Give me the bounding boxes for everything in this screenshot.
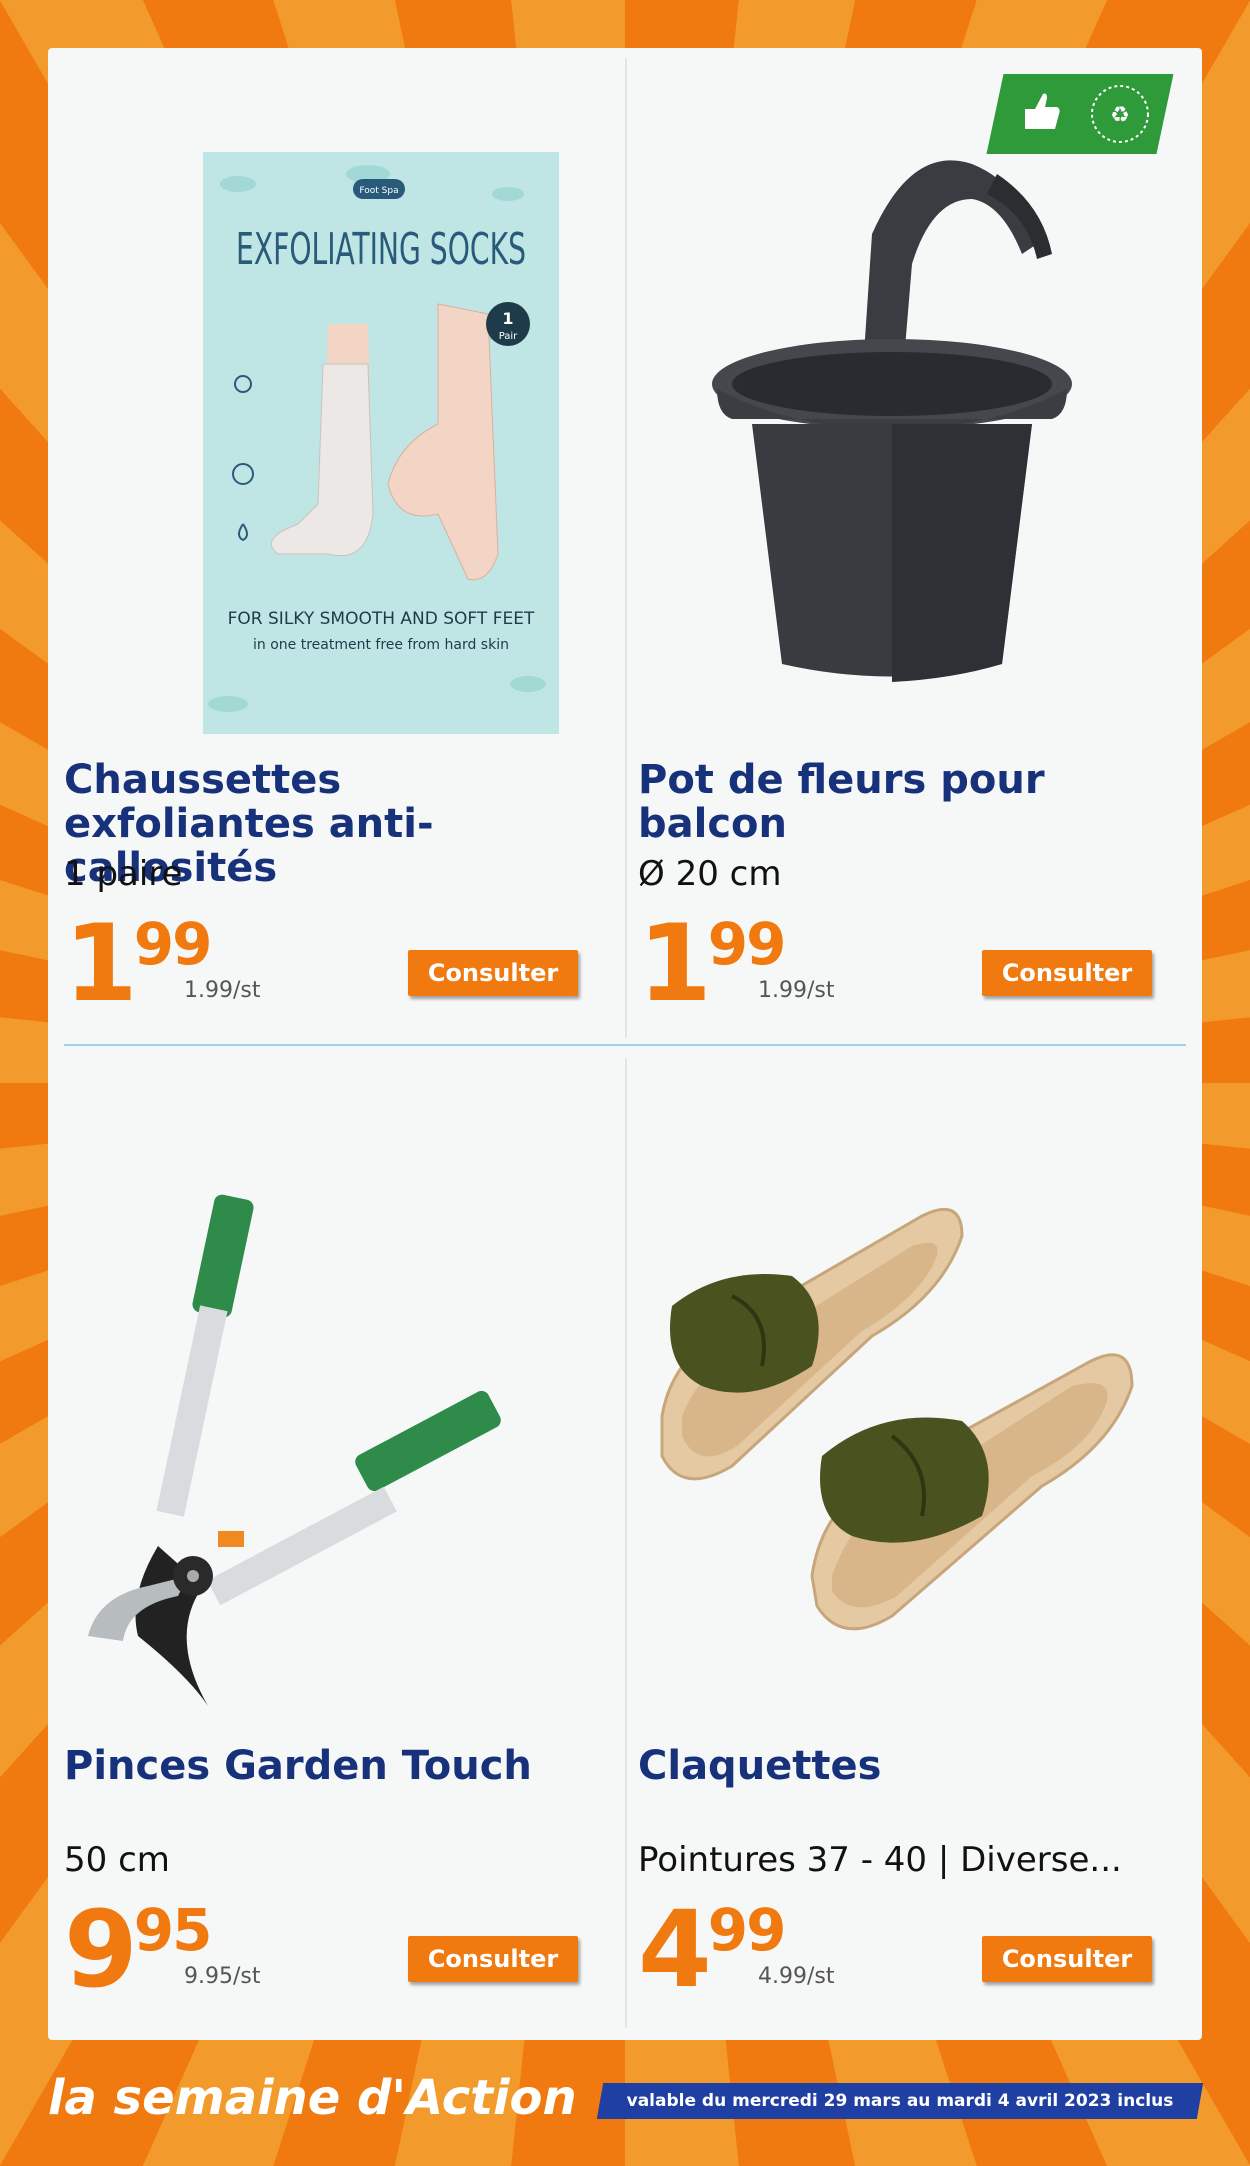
price-cents: 99 [707, 1896, 787, 1964]
socks-package-line1: FOR SILKY SMOOTH AND SOFT FEET [228, 609, 535, 629]
price-cents: 99 [707, 910, 787, 978]
consulter-button[interactable]: Consulter [982, 1936, 1152, 1982]
socks-product-image: Foot Spa EXFOLIATING SOCKS 1 Pair FOR SI… [68, 84, 588, 758]
thumbs-up-icon [1025, 93, 1060, 129]
horizontal-divider [64, 1044, 1186, 1046]
unit-price: 9.95/st [184, 1964, 261, 1989]
price-cents: 95 [133, 1896, 213, 1964]
unit-price: 1.99/st [758, 978, 835, 1003]
recycled-badge: ♻ [986, 74, 1174, 154]
socks-package-line2: in one treatment free from hard skin [253, 637, 509, 653]
socks-badge-number: 1 [502, 309, 513, 328]
sandals-product-image [642, 1076, 1162, 1726]
price-main: 1 [64, 902, 138, 1025]
socks-badge-label: Pair [499, 331, 518, 342]
socks-brand-text: Foot Spa [359, 186, 398, 196]
unit-price: 1.99/st [184, 978, 261, 1003]
product-subtitle: 1 paire [64, 854, 183, 894]
price-main: 1 [638, 902, 712, 1025]
consulter-button[interactable]: Consulter [408, 950, 578, 996]
socks-package-title: EXFOLIATING SOCKS [236, 224, 526, 275]
product-title: Claquettes [638, 1743, 882, 1789]
product-subtitle: 50 cm [64, 1840, 170, 1880]
product-card-socks[interactable]: Foot Spa EXFOLIATING SOCKS 1 Pair FOR SI… [48, 74, 608, 1034]
price-main: 9 [64, 1888, 138, 2011]
product-title: Pinces Garden Touch [64, 1743, 532, 1789]
product-card-sandals[interactable]: Claquettes Pointures 37 - 40 | Diverse..… [622, 1066, 1182, 2026]
product-subtitle: Ø 20 cm [638, 854, 782, 894]
price-cents: 99 [133, 910, 213, 978]
pot-product-image [642, 84, 1162, 734]
consulter-button[interactable]: Consulter [982, 950, 1152, 996]
product-subtitle: Pointures 37 - 40 | Diverse... [638, 1840, 1122, 1880]
unit-price: 4.99/st [758, 1964, 835, 1989]
product-title: Pot de fleurs pour balcon [638, 757, 1045, 847]
recycle-icon: ♻ [1110, 103, 1130, 128]
loppers-product-image [68, 1076, 588, 1726]
price-main: 4 [638, 1888, 712, 2011]
consulter-button[interactable]: Consulter [408, 1936, 578, 1982]
footer-title: la semaine d'Action [48, 2070, 577, 2126]
product-card-pot[interactable]: ♻ Pot de fleurs pour balcon Ø 20 cm 199 … [622, 74, 1182, 1034]
validity-banner: valable du mercredi 29 mars au mardi 4 a… [596, 2083, 1204, 2119]
product-card-loppers[interactable]: Pinces Garden Touch 50 cm 995 9.95/st Co… [48, 1066, 608, 2026]
validity-text: valable du mercredi 29 mars au mardi 4 a… [626, 2091, 1174, 2111]
